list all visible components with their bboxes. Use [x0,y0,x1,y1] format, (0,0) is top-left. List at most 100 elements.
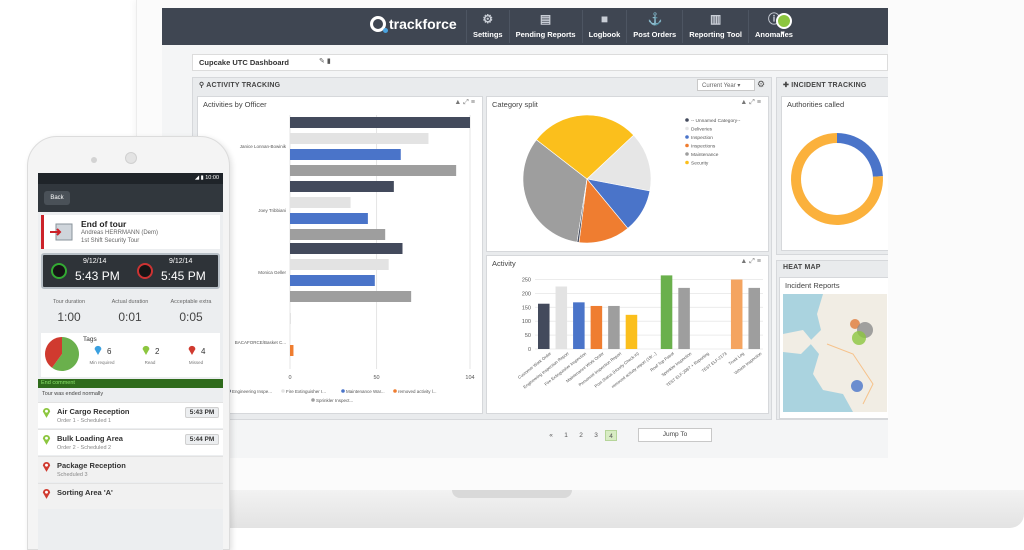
signal-icon: ◢ ▮ [194,175,206,181]
officer-bar[interactable] [290,259,389,270]
x-tick-label: 104 [465,375,474,381]
activity-bar[interactable] [573,302,585,349]
panel-title: Incident Reports [785,281,840,290]
nav-post-orders[interactable]: ⚓ Post Orders [626,10,682,43]
legend-label: -- Unnamed Category-- [691,118,741,124]
checkpoint-item[interactable]: Air Cargo Reception Order 1 - Scheduled … [38,402,223,428]
heat-map-header: HEAT MAP [783,264,821,271]
checkpoint-name: Sorting Area 'A' [57,488,113,497]
officer-bar[interactable] [290,243,403,254]
legend-swatch [685,118,689,122]
activity-bar[interactable] [660,275,673,349]
nav-logbook[interactable]: ■ Logbook [581,10,627,43]
checkpoint-item[interactable]: Sorting Area 'A' [38,483,223,509]
officer-bar[interactable] [290,345,294,356]
heat-marker[interactable] [852,331,866,345]
user-avatar[interactable] [776,13,792,29]
officer-bar[interactable] [290,165,457,176]
tags-title: Tags [83,336,97,343]
checkpoint-time: 5:44 PM [185,434,219,445]
tag-min-pin-icon [94,345,102,355]
nav-anomalies[interactable]: ⓘ Anomalies [748,10,799,43]
activity-bar[interactable] [730,279,743,349]
legend-swatch [685,143,689,148]
legend-label: Inspection [691,135,713,141]
officer-bar[interactable] [290,133,429,144]
laptop-notch [452,490,572,498]
post-orders-icon: ⚓ [647,12,663,26]
nav-label: Anomalies [755,30,793,39]
officer-bar[interactable] [290,181,394,192]
legend-label: Inspections [691,144,716,150]
legend-swatch [393,389,397,393]
back-button[interactable]: Back [44,191,70,205]
checkpoint-sub: Scheduled 3 [57,472,88,478]
category-pie-chart: -- Unnamed Category-- Deliveries Inspectio… [522,114,741,244]
brand-logo[interactable]: trackforce [370,16,457,33]
activity-bar[interactable] [590,305,603,349]
nav-pending-reports[interactable]: ▤ Pending Reports [508,10,582,43]
activity-bar[interactable] [625,314,638,349]
heat-marker[interactable] [851,380,863,392]
end-comment-header: End comment [38,379,223,388]
activity-bar[interactable] [608,305,620,349]
tags-summary: Tags 6 Min required 2 Read 4 Missed [41,333,220,377]
officer-bar[interactable] [290,229,386,240]
page-prev[interactable]: « [545,430,557,441]
officer-bar[interactable] [290,313,291,324]
duration-label: Acceptable extra [170,299,212,305]
tag-count: 6 [107,347,112,356]
nav-settings[interactable]: ⚙ Settings [466,10,509,43]
checkpoint-item[interactable]: Bulk Loading Area Order 2 - Scheduled 2 … [38,429,223,455]
nav-reporting-tool[interactable]: ▥ Reporting Tool [682,10,748,43]
y-tick-label: 0 [528,347,531,353]
document-icon: ▤ [539,12,552,26]
officer-bar[interactable] [290,117,470,128]
edit-icon[interactable]: ✎ [319,58,325,65]
activity-bar[interactable] [555,286,568,350]
pagination: « 1 2 3 4 [545,430,617,441]
trash-icon[interactable]: ▮ [327,58,331,65]
tags-pie-chart [45,337,79,371]
checkpoint-sub: Order 1 - Scheduled 1 [57,418,112,424]
checkpoint-name: Bulk Loading Area [57,434,123,443]
jump-to-button[interactable]: Jump To [638,428,712,442]
officer-label: Janice Lonnan-Bowinik [240,144,287,149]
duration-label: Tour duration [52,299,86,305]
legend-label: Maintenance [691,152,719,158]
officer-bar[interactable] [290,149,401,160]
heat-map[interactable] [783,294,887,412]
activity-bar[interactable] [538,303,550,349]
page-1[interactable]: 1 [560,430,572,441]
brand-name: trackforce [389,16,457,32]
tag-label: Read [144,360,156,365]
activity-bar[interactable] [748,287,760,349]
page-2[interactable]: 2 [575,430,587,441]
start-date: 9/12/14 [83,258,107,265]
y-tick-label: 50 [525,333,531,339]
legend-label: Sprinkler Inspect... [316,398,353,403]
officer-bar[interactable] [290,291,412,302]
incident-tracking-section: ✚ INCIDENT TRACKING Authorities called [776,77,888,255]
chevron-down-icon[interactable]: ▼ [780,31,786,37]
period-select[interactable]: Current Year ▾ [697,79,755,91]
activity-tracking-header: ⚲ ACTIVITY TRACKING [199,81,280,89]
activity-bar[interactable] [678,287,690,349]
checkpoint-item[interactable]: Package Reception Scheduled 3 [38,456,223,482]
tag-read-pin-icon [142,345,150,355]
tag-count: 2 [155,347,160,356]
stage: trackforce ⚙ Settings ▤ Pending Reports … [0,0,1024,550]
legend-swatch [685,160,689,165]
page-3[interactable]: 3 [590,430,602,441]
authorities-donut-chart [791,133,883,226]
page-4[interactable]: 4 [605,430,617,441]
settings-gear-icon[interactable]: ⚙ [757,79,765,90]
officer-bar[interactable] [290,197,351,208]
dashboard-title: Cupcake UTC Dashboard [199,58,290,67]
officer-bar[interactable] [290,213,368,224]
officer-bar[interactable] [290,275,375,286]
incident-tracking-header: ✚ INCIDENT TRACKING [783,81,867,89]
checkpoint-time: 5:43 PM [185,407,219,418]
phone-device: ◢ ▮ 10:00 Back End of tour Andreas HERRM… [27,136,230,550]
y-tick-label: 250 [522,278,531,284]
